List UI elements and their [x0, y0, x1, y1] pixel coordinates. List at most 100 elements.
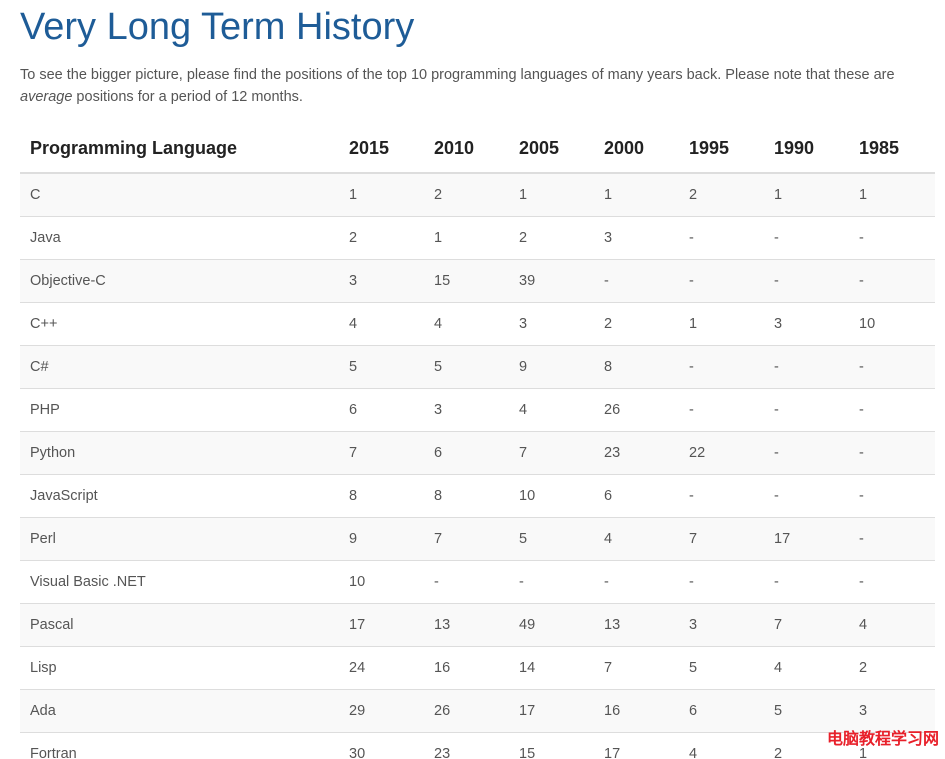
table-row: Lisp 24 16 14 7 5 4 2: [20, 646, 935, 690]
rank-cell: 17: [509, 689, 594, 733]
page-title: Very Long Term History: [20, 6, 415, 48]
rank-cell: 3: [339, 259, 424, 303]
rank-cell: -: [424, 560, 509, 604]
rank-cell: 7: [424, 517, 509, 561]
rank-cell: 2: [679, 172, 764, 217]
rank-cell: 4: [509, 388, 594, 432]
rank-cell: -: [764, 216, 849, 260]
rank-cell: -: [764, 431, 849, 475]
site-watermark: 电脑教程学习网: [826, 729, 939, 748]
rank-cell: -: [679, 474, 764, 518]
table-row: PHP 6 3 4 26- - -: [20, 388, 935, 432]
rank-cell: 3: [424, 388, 509, 432]
rank-cell: 30: [339, 732, 424, 759]
rank-cell: 16: [594, 689, 679, 733]
rank-cell: 49: [509, 603, 594, 647]
language-name-cell: C++: [20, 302, 339, 346]
language-name-cell: Fortran: [20, 732, 339, 759]
table-row: Ada 29 26 17 16 6 5 3: [20, 689, 935, 733]
rank-cell: -: [764, 474, 849, 518]
rank-cell: 39: [509, 259, 594, 303]
rank-cell: -: [764, 560, 849, 604]
rank-cell: 15: [424, 259, 509, 303]
rank-cell: 7: [764, 603, 849, 647]
column-header-2005: 2005: [509, 125, 594, 174]
page-content: Very Long Term History To see the bigger…: [20, 0, 935, 759]
language-name-cell: Visual Basic .NET: [20, 560, 339, 604]
rank-cell: -: [849, 388, 935, 432]
rank-cell: 13: [424, 603, 509, 647]
rank-cell: 4: [424, 302, 509, 346]
language-name-cell: Lisp: [20, 646, 339, 690]
rank-cell: -: [849, 259, 935, 303]
language-name-cell: Perl: [20, 517, 339, 561]
rank-cell: -: [679, 560, 764, 604]
table-body: C 1 2 1 1 2 1 1 Java 2 1 2 3- - - Objective-C 3 15 39- - - - C…: [20, 172, 935, 759]
language-name-cell: C: [20, 172, 339, 217]
rank-cell: -: [849, 345, 935, 389]
rank-cell: 7: [339, 431, 424, 475]
rank-cell: 13: [594, 603, 679, 647]
rank-cell: 29: [339, 689, 424, 733]
rank-cell: -: [679, 259, 764, 303]
rank-cell: 1: [849, 172, 935, 217]
rank-cell: 7: [594, 646, 679, 690]
column-header-1990: 1990: [764, 125, 849, 174]
rank-cell: 9: [339, 517, 424, 561]
rank-cell: 2: [594, 302, 679, 346]
rank-cell: 3: [679, 603, 764, 647]
rank-cell: 17: [764, 517, 849, 561]
table-row: Visual Basic .NET 10- - - - - -: [20, 560, 935, 604]
table-row: C++ 4 4 3 2 1 3 10: [20, 302, 935, 346]
language-name-cell: PHP: [20, 388, 339, 432]
column-header-2015: 2015: [339, 125, 424, 174]
rank-cell: 23: [424, 732, 509, 759]
rank-cell: -: [509, 560, 594, 604]
language-name-cell: JavaScript: [20, 474, 339, 518]
rank-cell: 6: [594, 474, 679, 518]
rank-cell: 4: [594, 517, 679, 561]
column-header-language: Programming Language: [20, 125, 339, 174]
language-name-cell: Ada: [20, 689, 339, 733]
rank-cell: -: [849, 517, 935, 561]
history-table: Programming Language 2015 2010 2005 2000…: [20, 125, 935, 759]
rank-cell: 10: [339, 560, 424, 604]
intro-emphasis: average: [20, 89, 73, 105]
table-row: Java 2 1 2 3- - -: [20, 216, 935, 260]
rank-cell: 10: [509, 474, 594, 518]
table-row: JavaScript 8 8 10 6- - -: [20, 474, 935, 518]
rank-cell: -: [849, 474, 935, 518]
rank-cell: 4: [679, 732, 764, 759]
column-header-1995: 1995: [679, 125, 764, 174]
language-name-cell: Java: [20, 216, 339, 260]
rank-cell: 15: [509, 732, 594, 759]
rank-cell: 5: [679, 646, 764, 690]
rank-cell: 5: [339, 345, 424, 389]
rank-cell: 2: [424, 172, 509, 217]
rank-cell: 8: [339, 474, 424, 518]
rank-cell: 22: [679, 431, 764, 475]
column-header-1985: 1985: [849, 125, 935, 174]
rank-cell: 7: [679, 517, 764, 561]
intro-text-end: positions for a period of 12 months.: [72, 89, 303, 105]
rank-cell: 26: [594, 388, 679, 432]
table-row: Python 7 6 7 23 22- -: [20, 431, 935, 475]
rank-cell: -: [764, 388, 849, 432]
rank-cell: 4: [339, 302, 424, 346]
rank-cell: 23: [594, 431, 679, 475]
language-name-cell: Python: [20, 431, 339, 475]
rank-cell: 1: [594, 172, 679, 217]
language-name-cell: Pascal: [20, 603, 339, 647]
table-row: Objective-C 3 15 39- - - -: [20, 259, 935, 303]
rank-cell: 6: [424, 431, 509, 475]
rank-cell: -: [849, 560, 935, 604]
rank-cell: 1: [339, 172, 424, 217]
intro-paragraph: To see the bigger picture, please find t…: [20, 64, 925, 108]
rank-cell: 17: [594, 732, 679, 759]
rank-cell: 1: [424, 216, 509, 260]
rank-cell: 6: [339, 388, 424, 432]
rank-cell: 4: [764, 646, 849, 690]
table-row: C# 5 5 9 8- - -: [20, 345, 935, 389]
rank-cell: -: [679, 388, 764, 432]
rank-cell: 3: [509, 302, 594, 346]
